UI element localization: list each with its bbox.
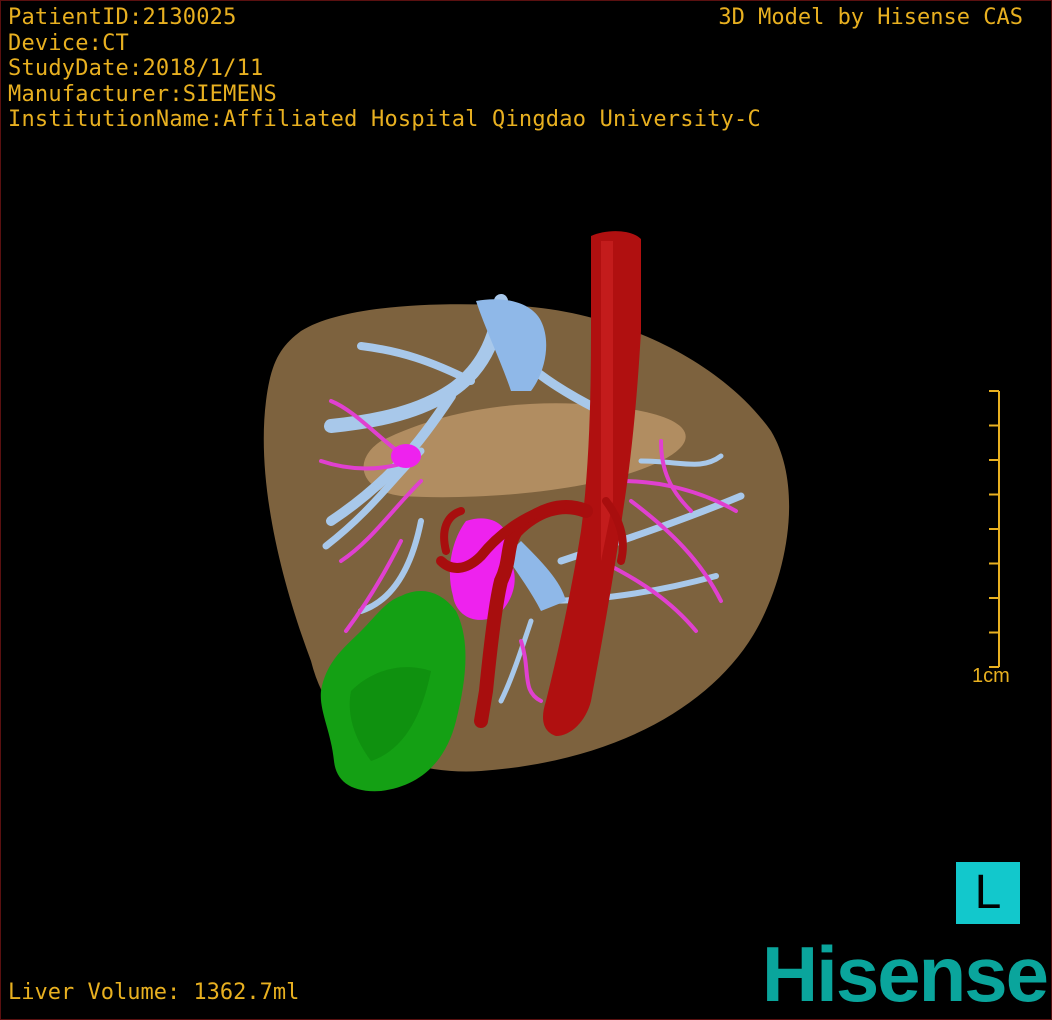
institution-text: InstitutionName:Affiliated Hospital Qing… bbox=[8, 107, 761, 132]
scale-bar-label: 1cm bbox=[972, 665, 1010, 687]
study-info-overlay: PatientID:2130025 Device:CT StudyDate:20… bbox=[8, 5, 761, 133]
scale-bar bbox=[989, 390, 1000, 668]
magenta-cluster-upper[interactable] bbox=[391, 444, 421, 468]
manufacturer-text: Manufacturer:SIEMENS bbox=[8, 81, 277, 107]
device-text: Device:CT bbox=[8, 30, 130, 56]
3d-viewport[interactable]: PatientID:2130025 Device:CT StudyDate:20… bbox=[0, 0, 1052, 1020]
liver-3d-model[interactable] bbox=[241, 221, 821, 821]
model-credit: 3D Model by Hisense CAS bbox=[718, 5, 1023, 30]
liver-volume-text: Liver Volume: 1362.7ml bbox=[8, 980, 300, 1005]
hisense-logo: Hisense bbox=[761, 930, 1049, 1018]
patient-id-text: PatientID:2130025 bbox=[8, 5, 237, 30]
orientation-marker[interactable]: L bbox=[956, 862, 1020, 924]
study-date-text: StudyDate:2018/1/11 bbox=[8, 56, 264, 81]
